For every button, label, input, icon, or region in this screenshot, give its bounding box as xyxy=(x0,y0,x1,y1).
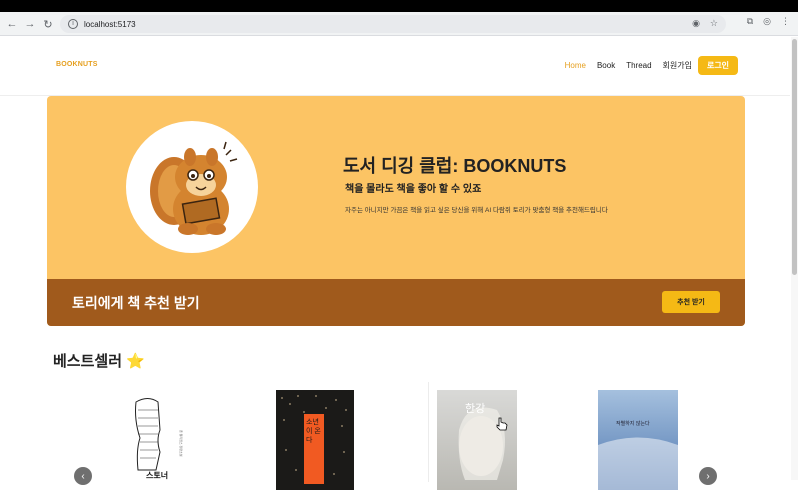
reload-icon[interactable]: ↻ xyxy=(38,14,58,34)
forward-icon[interactable]: → xyxy=(20,14,40,34)
window-top-bar xyxy=(0,0,798,12)
extensions-icon[interactable]: ⧉ xyxy=(747,16,753,27)
browser-toolbar: ← → ↻ i localhost:5173 ◉ ☆ ⧉ ◎ ⋮ xyxy=(0,12,798,36)
nav-book[interactable]: Book xyxy=(597,61,615,70)
book-title-text: 스토너 xyxy=(146,471,169,480)
hero-subtitle: 책을 몰라도 책을 좋아 할 수 있죠 xyxy=(345,184,482,195)
carousel-divider xyxy=(428,382,429,482)
bookmark-star-icon[interactable]: ☆ xyxy=(710,18,718,29)
bestseller-title-text: 베스트셀러 xyxy=(53,353,123,370)
hero-description: 자주는 아니지만 가끔은 책을 읽고 싶은 당신을 위해 AI 다람쥐 토리가 … xyxy=(345,207,608,214)
main-nav: Home Book Thread 회원가입 로그인 xyxy=(554,56,738,75)
star-icon: ⭐ xyxy=(126,353,145,370)
profile-icon[interactable]: ◎ xyxy=(763,16,771,27)
site-logo[interactable]: BOOKNUTS xyxy=(56,61,98,68)
svg-text:존 윌리엄스 장편소설: 존 윌리엄스 장편소설 xyxy=(179,430,184,457)
hero-banner: 도서 디깅 클럽: BOOKNUTS 책을 몰라도 책을 좋아 할 수 있죠 자… xyxy=(47,96,745,326)
login-button[interactable]: 로그인 xyxy=(698,56,738,75)
menu-dots-icon[interactable]: ⋮ xyxy=(781,16,790,27)
bestseller-title: 베스트셀러 ⭐ xyxy=(53,350,145,371)
recommend-banner-title: 토리에게 책 추천 받기 xyxy=(72,295,200,311)
book-title-text: 한강 xyxy=(465,403,486,415)
page: BOOKNUTS Home Book Thread 회원가입 로그인 도서 디깅… xyxy=(0,37,790,490)
back-icon[interactable]: ← xyxy=(2,14,22,34)
site-info-icon[interactable]: i xyxy=(68,19,78,29)
recommend-button[interactable]: 추천 받기 xyxy=(662,291,720,313)
url-text: localhost:5173 xyxy=(84,19,136,29)
nav-signup[interactable]: 회원가입 xyxy=(663,60,692,71)
hero-title: 도서 디깅 클럽: BOOKNUTS xyxy=(343,156,567,176)
scrollbar-thumb[interactable] xyxy=(792,39,797,275)
bestseller-carousel: 존 윌리엄스 장편소설 스토너 소년이 온다 한강 작별하지 않는다 ‹ › xyxy=(0,382,790,490)
mouse-cursor-icon xyxy=(496,417,508,436)
carousel-prev-button[interactable]: ‹ xyxy=(74,467,92,485)
carousel-next-button[interactable]: › xyxy=(699,467,717,485)
address-bar[interactable]: i localhost:5173 ◉ ☆ xyxy=(60,15,726,33)
nav-thread[interactable]: Thread xyxy=(626,61,651,70)
location-icon[interactable]: ◉ xyxy=(692,18,700,29)
nav-home[interactable]: Home xyxy=(565,61,586,70)
recommend-banner: 토리에게 책 추천 받기 추천 받기 xyxy=(47,279,745,326)
site-header: BOOKNUTS Home Book Thread 회원가입 로그인 xyxy=(0,37,790,96)
book-card[interactable]: 존 윌리엄스 장편소설 스토너 xyxy=(126,390,206,490)
page-scrollbar[interactable] xyxy=(791,37,798,480)
book-card[interactable]: 소년이 온다 xyxy=(276,390,356,490)
squirrel-mascot-image xyxy=(126,121,258,253)
book-title-text: 소년이 온다 xyxy=(306,419,321,444)
book-title-text: 작별하지 않는다 xyxy=(616,421,650,427)
book-card[interactable]: 한강 xyxy=(437,390,517,490)
book-card[interactable]: 작별하지 않는다 xyxy=(598,390,678,490)
